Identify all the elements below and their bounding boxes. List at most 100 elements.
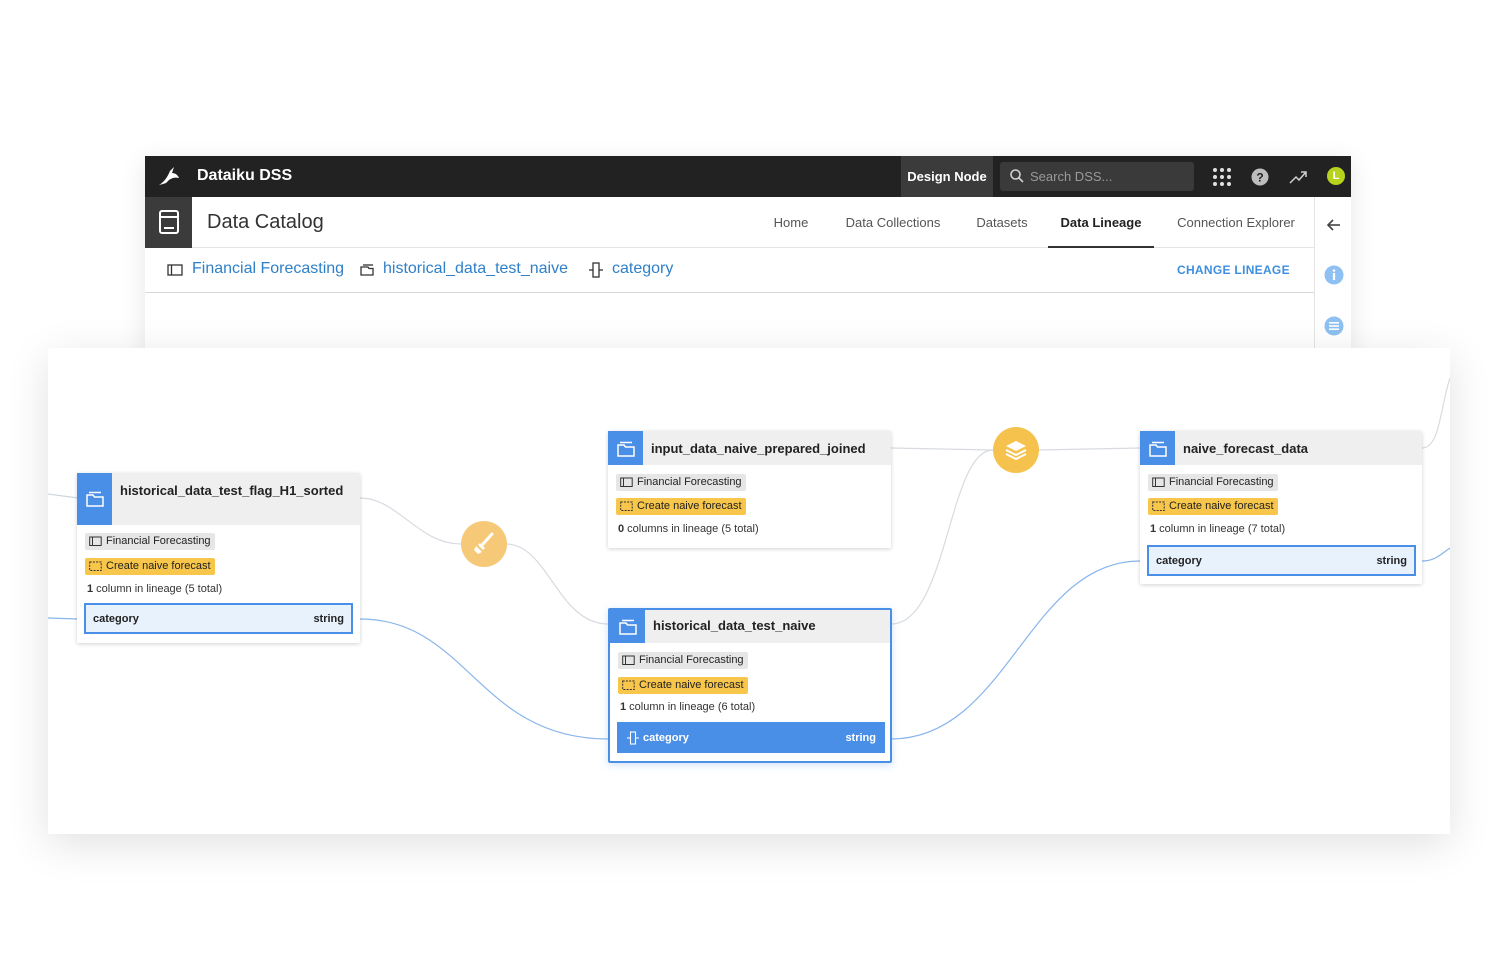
- node-title[interactable]: naive_forecast_data: [1183, 441, 1308, 456]
- prepare-recipe-node[interactable]: [461, 521, 507, 567]
- right-rail: [1314, 197, 1351, 356]
- breadcrumb: Financial Forecasting historical_data_te…: [145, 248, 1314, 293]
- user-avatar[interactable]: L: [1327, 167, 1345, 185]
- project-tag[interactable]: Financial Forecasting: [1148, 474, 1278, 491]
- back-arrow-icon[interactable]: [1324, 215, 1344, 235]
- top-navigation-bar: Dataiku DSS Design Node ?: [145, 156, 1351, 197]
- dataset-node-sorted[interactable]: historical_data_test_flag_H1_sorted Fina…: [77, 473, 360, 643]
- node-title[interactable]: historical_data_test_naive: [653, 618, 816, 633]
- column-type: string: [1376, 555, 1407, 567]
- lineage-graph-panel: historical_data_test_flag_H1_sorted Fina…: [48, 348, 1450, 834]
- dataset-folder-icon: [617, 441, 635, 457]
- node-type-badge: [608, 431, 643, 465]
- breadcrumb-column-link[interactable]: category: [612, 260, 673, 278]
- flow-zone-tag[interactable]: Create naive forecast: [85, 558, 215, 575]
- tab-datasets[interactable]: Datasets: [968, 197, 1036, 248]
- flow-zone-tag[interactable]: Create naive forecast: [616, 498, 746, 515]
- dataset-node-joined[interactable]: input_data_naive_prepared_joined Financi…: [608, 431, 891, 548]
- node-type-badge: [77, 473, 112, 525]
- svg-text:?: ?: [1256, 171, 1263, 185]
- flow-zone-tag[interactable]: Create naive forecast: [618, 677, 748, 694]
- flow-zone-icon: [89, 561, 102, 571]
- column-icon: [589, 262, 603, 278]
- lineage-count: 1 column in lineage (6 total): [620, 701, 756, 713]
- column-name: category: [643, 732, 689, 744]
- edge-column-sorted-to-naive: [359, 618, 609, 740]
- project-tag[interactable]: Financial Forecasting: [85, 533, 215, 550]
- screenshot-canvas: Dataiku DSS Design Node ?: [0, 0, 1500, 960]
- column-row[interactable]: category string: [84, 603, 353, 634]
- node-title[interactable]: historical_data_test_flag_H1_sorted: [120, 483, 343, 498]
- tab-data-lineage[interactable]: Data Lineage: [1048, 197, 1154, 248]
- dataset-node-forecast[interactable]: naive_forecast_data Financial Forecastin…: [1140, 431, 1422, 584]
- catalog-book-icon: [159, 210, 179, 234]
- edge-naive-to-stack: [890, 449, 994, 625]
- project-icon: [622, 655, 635, 665]
- node-title[interactable]: input_data_naive_prepared_joined: [651, 441, 866, 456]
- project-tag[interactable]: Financial Forecasting: [616, 474, 746, 491]
- lineage-count: 1 column in lineage (5 total): [87, 583, 223, 595]
- column-row[interactable]: category string: [1147, 545, 1416, 576]
- tab-home[interactable]: Home: [765, 197, 817, 248]
- flow-zone-tag-label: Create naive forecast: [1169, 500, 1274, 512]
- search-box[interactable]: [1000, 162, 1194, 191]
- catalog-icon-box: [145, 197, 192, 248]
- apps-grid-icon[interactable]: [1212, 167, 1232, 187]
- search-input[interactable]: [1030, 166, 1186, 187]
- flow-zone-icon: [620, 501, 633, 511]
- node-header: input_data_naive_prepared_joined: [608, 431, 891, 465]
- column-name: category: [93, 613, 139, 625]
- breadcrumb-project-link[interactable]: Financial Forecasting: [192, 260, 344, 278]
- column-row-current[interactable]: category string: [617, 722, 885, 753]
- dataset-icon: [360, 264, 374, 276]
- edge-joined-to-stack: [890, 447, 994, 451]
- dataset-node-naive-selected[interactable]: historical_data_test_naive Financial For…: [608, 608, 892, 763]
- project-tag-label: Financial Forecasting: [1169, 476, 1274, 488]
- project-tag-label: Financial Forecasting: [106, 535, 211, 547]
- edge-column-outgoing: [1421, 547, 1450, 562]
- tab-connection-explorer[interactable]: Connection Explorer: [1167, 197, 1305, 248]
- flow-zone-icon: [622, 680, 635, 690]
- column-type: string: [845, 732, 876, 744]
- dataset-folder-icon: [86, 491, 104, 507]
- dataiku-bird-icon[interactable]: [157, 165, 181, 187]
- edge-prepare-to-naive: [505, 543, 609, 625]
- column-name: category: [1156, 555, 1202, 567]
- brand-name[interactable]: Dataiku DSS: [197, 167, 292, 185]
- edge-column-naive-to-forecast: [890, 560, 1141, 740]
- breadcrumb-dataset-link[interactable]: historical_data_test_naive: [383, 260, 568, 278]
- edge-column-incoming: [48, 617, 79, 620]
- node-header: historical_data_test_naive: [610, 610, 890, 643]
- flow-zone-icon: [1152, 501, 1165, 511]
- flow-zone-tag[interactable]: Create naive forecast: [1148, 498, 1278, 515]
- stack-recipe-node[interactable]: [993, 427, 1039, 473]
- edge-sorted-to-prepare: [359, 497, 462, 545]
- search-icon: [1010, 169, 1024, 183]
- flow-zone-tag-label: Create naive forecast: [639, 679, 744, 691]
- dataset-folder-icon: [1149, 441, 1167, 457]
- project-icon: [167, 264, 183, 276]
- lineage-count: 0 columns in lineage (5 total): [618, 523, 759, 535]
- node-header: historical_data_test_flag_H1_sorted: [77, 473, 360, 525]
- dataset-folder-icon: [619, 619, 637, 635]
- lineage-count: 1 column in lineage (7 total): [1150, 523, 1286, 535]
- project-icon: [89, 536, 102, 546]
- info-icon[interactable]: [1324, 265, 1344, 285]
- design-node-label[interactable]: Design Node: [901, 156, 993, 197]
- tab-data-collections[interactable]: Data Collections: [838, 197, 948, 248]
- help-icon[interactable]: ?: [1250, 167, 1270, 187]
- stack-layers-icon: [1005, 441, 1027, 461]
- page-title: Data Catalog: [207, 211, 324, 233]
- edge-stack-to-forecast: [1037, 447, 1141, 451]
- change-lineage-button[interactable]: CHANGE LINEAGE: [1177, 263, 1290, 277]
- app-window: Dataiku DSS Design Node ?: [145, 156, 1351, 356]
- project-tag-label: Financial Forecasting: [639, 654, 744, 666]
- edge-incoming-left: [48, 493, 79, 499]
- list-details-icon[interactable]: [1324, 316, 1344, 336]
- edge-forecast-outgoing: [1421, 377, 1450, 449]
- project-tag[interactable]: Financial Forecasting: [618, 652, 748, 669]
- trend-arrow-icon[interactable]: [1288, 167, 1308, 187]
- node-type-badge: [610, 610, 645, 643]
- catalog-header: Data Catalog Home Data Collections Datas…: [145, 197, 1351, 248]
- project-tag-label: Financial Forecasting: [637, 476, 742, 488]
